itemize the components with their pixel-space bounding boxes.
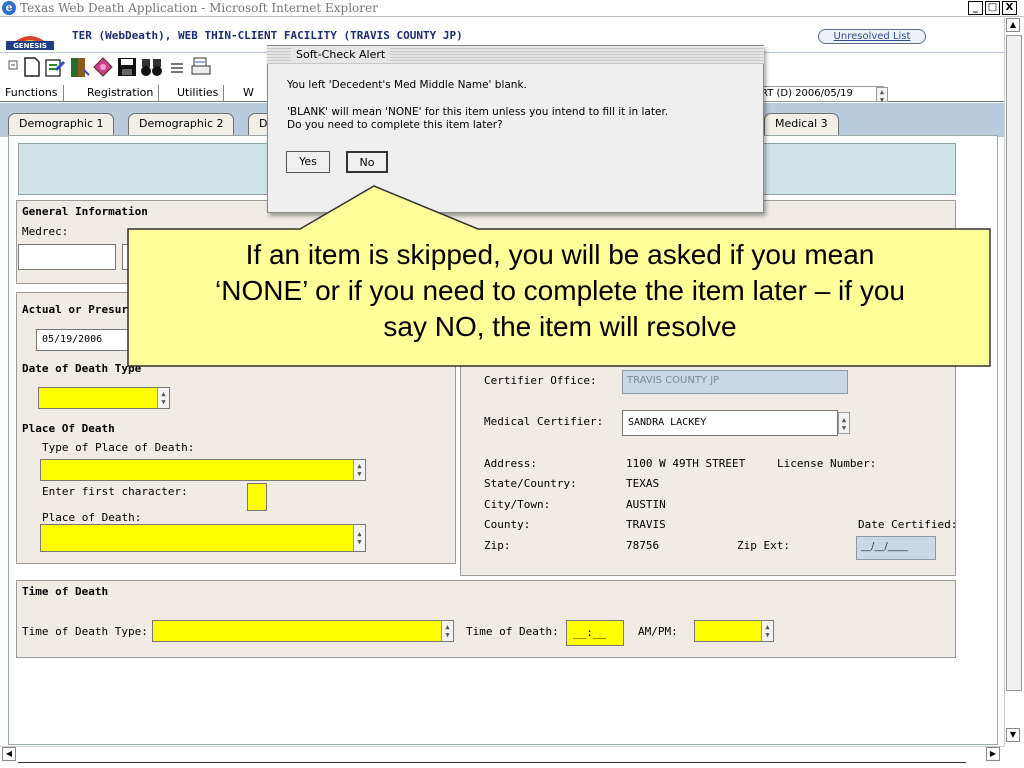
place-scroll-icon[interactable]: ▲ ▼: [353, 525, 365, 551]
maximize-button[interactable]: □: [985, 1, 1000, 15]
callout-line-1: If an item is skipped, you will be asked…: [245, 239, 875, 270]
date-of-death-input[interactable]: 05/19/2006: [36, 329, 132, 351]
tab-demographic-1[interactable]: Demographic 1: [8, 113, 115, 135]
scroll-left-icon[interactable]: ◀: [2, 747, 16, 761]
callout-line-2: ‘NONE’ or if you need to complete the it…: [215, 275, 905, 306]
list-icon[interactable]: [168, 56, 188, 78]
place-of-death-label: Place of Death:: [42, 511, 142, 524]
date-of-death-type-select[interactable]: ▲ ▼: [38, 387, 170, 409]
time-of-death-heading: Time of Death: [22, 585, 109, 598]
zip-ext-label: Zip Ext:: [737, 539, 790, 552]
menu-functions[interactable]: Functions: [0, 85, 64, 101]
alert-yes-button[interactable]: Yes: [286, 151, 330, 173]
time-of-death-input[interactable]: __:__: [566, 620, 624, 646]
ie-icon: e: [2, 1, 16, 15]
case-status-field[interactable]: RT (D) 2006/05/19: [756, 86, 884, 102]
date-certified-input[interactable]: __/__/____: [856, 536, 936, 560]
certifier-office-label: Certifier Office:: [484, 374, 597, 387]
alert-message-line-1: You left 'Decedent's Med Middle Name' bl…: [287, 79, 527, 91]
case-status-spinner[interactable]: ▲ ▼: [876, 87, 888, 104]
medical-certifier-value: SANDRA LACKEY: [628, 417, 707, 428]
scroll-down-icon[interactable]: ▼: [1006, 728, 1020, 742]
city-town-value: AUSTIN: [626, 498, 666, 511]
medical-certifier-label: Medical Certifier:: [484, 415, 604, 428]
collapse-icon[interactable]: [8, 58, 18, 72]
callout-line-3: say NO, the item will resolve: [383, 311, 737, 342]
select-arrows-icon: ▲ ▼: [761, 621, 773, 641]
place-of-death-heading: Place Of Death: [22, 422, 115, 435]
am-pm-select[interactable]: ▲ ▼: [694, 620, 774, 642]
date-certified-label: Date Certified:: [858, 518, 958, 531]
zip-value: 78756: [626, 539, 660, 552]
close-button[interactable]: X: [1002, 1, 1017, 15]
select-arrows-icon: ▲ ▼: [157, 388, 169, 408]
alert-message-line-2: 'BLANK' will mean 'NONE' for this item u…: [287, 106, 669, 118]
date-of-death-value: 05/19/2006: [42, 334, 103, 345]
medrec-input[interactable]: [18, 244, 116, 270]
time-of-death-type-label: Time of Death Type:: [22, 625, 148, 638]
select-arrows-icon: ▲ ▼: [353, 460, 365, 480]
search-binoculars-icon[interactable]: [140, 56, 162, 78]
type-of-place-select[interactable]: ▲ ▼: [40, 459, 366, 481]
alert-title: Soft-Check Alert: [291, 48, 391, 61]
address-value: 1100 W 49TH STREET: [626, 457, 746, 470]
minimize-button[interactable]: _: [968, 1, 983, 15]
vertical-scroll-thumb[interactable]: [1006, 35, 1022, 691]
select-arrows-icon: ▲ ▼: [441, 621, 453, 641]
am-pm-label: AM/PM:: [638, 625, 678, 638]
time-of-death-type-select[interactable]: ▲ ▼: [152, 620, 454, 642]
state-country-label: State/Country:: [484, 477, 577, 490]
medrec-label: Medrec:: [22, 225, 69, 238]
horizontal-scroll-track: [18, 762, 966, 763]
edit-icon[interactable]: [44, 56, 66, 78]
scroll-right-icon[interactable]: ▶: [986, 747, 1000, 761]
save-icon[interactable]: [116, 56, 136, 78]
certifier-office-input: TRAVIS COUNTY JP: [622, 370, 848, 394]
state-country-value: TEXAS: [626, 477, 660, 490]
exit-door-icon[interactable]: [68, 56, 90, 78]
app-title: TER (WebDeath), WEB THIN-CLIENT FACILITY…: [72, 29, 463, 42]
type-of-place-label: Type of Place of Death:: [42, 441, 195, 454]
diamond-icon[interactable]: [92, 56, 113, 78]
unresolved-list-button[interactable]: Unresolved List: [818, 29, 926, 44]
county-label: County:: [484, 518, 531, 531]
alert-message-line-3: Do you need to complete this item later?: [287, 119, 503, 131]
medical-certifier-spinner[interactable]: ▲ ▼: [838, 412, 850, 434]
alert-no-button[interactable]: No: [346, 151, 388, 173]
callout-text: If an item is skipped, you will be asked…: [130, 237, 990, 365]
window-title: Texas Web Death Application - Microsoft …: [20, 1, 378, 15]
date-of-death-type-heading: Date of Death Type: [22, 362, 142, 375]
new-document-icon[interactable]: [22, 56, 42, 78]
address-label: Address:: [484, 457, 537, 470]
first-character-label: Enter first character:: [42, 485, 188, 498]
county-value: TRAVIS: [626, 518, 666, 531]
general-information-heading: General Information: [22, 205, 148, 218]
first-character-input[interactable]: [247, 483, 267, 511]
city-town-label: City/Town:: [484, 498, 551, 511]
window-title-bar: e Texas Web Death Application - Microsof…: [0, 0, 1024, 17]
tab-demographic-2[interactable]: Demographic 2: [128, 113, 235, 135]
medical-certifier-input[interactable]: SANDRA LACKEY: [622, 410, 838, 436]
menu-w[interactable]: W: [238, 85, 259, 101]
zip-label: Zip:: [484, 539, 511, 552]
tab-medical-3[interactable]: Medical 3: [764, 113, 839, 135]
actual-presumed-heading: Actual or Presur: [22, 303, 128, 316]
printer-icon[interactable]: [190, 56, 211, 78]
genesis-logo: GENESIS: [6, 36, 54, 50]
logo-text: GENESIS: [13, 42, 47, 50]
place-of-death-input[interactable]: ▲ ▼: [40, 524, 366, 552]
menu-utilities[interactable]: Utilities: [172, 85, 225, 101]
license-number-label: License Number:: [777, 457, 877, 470]
time-of-death-label: Time of Death:: [466, 625, 559, 638]
time-of-death-panel: [16, 580, 956, 658]
menu-registration[interactable]: Registration: [82, 85, 160, 101]
scroll-up-icon[interactable]: ▲: [1006, 18, 1020, 32]
